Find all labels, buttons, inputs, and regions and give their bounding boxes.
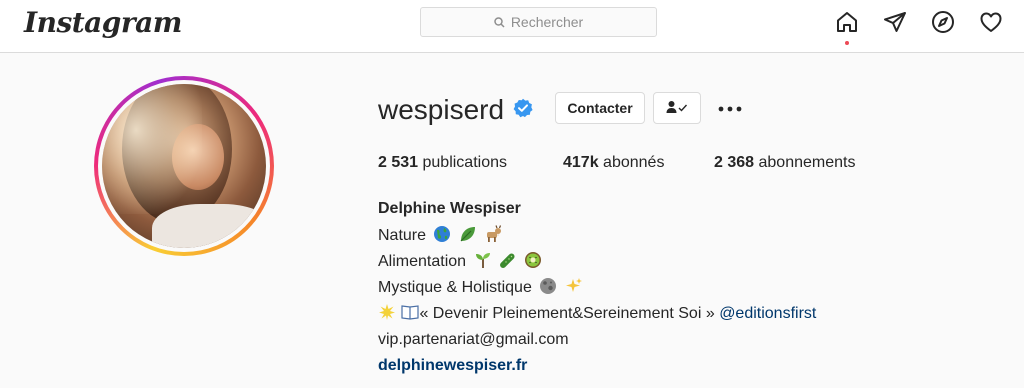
nav-explore-button[interactable] — [930, 9, 956, 35]
following-button[interactable] — [653, 92, 701, 124]
bio-line-text: Alimentation — [378, 253, 467, 270]
posts-label: publications — [422, 154, 508, 171]
profile-username: wespiserd — [378, 94, 505, 125]
followers-stat[interactable]: 417k abonnés — [563, 153, 664, 173]
instagram-logo[interactable]: Instagram — [24, 6, 182, 39]
seedling-icon — [474, 251, 492, 269]
globe-icon — [433, 225, 451, 243]
active-indicator-dot — [845, 41, 849, 45]
bio-line-text: « Devenir Pleinement&Sereinement Soi » — [419, 305, 715, 322]
nav-direct-button[interactable] — [882, 9, 908, 35]
kiwi-icon — [524, 251, 542, 269]
explore-icon — [931, 10, 955, 34]
search-placeholder: Rechercher — [510, 14, 584, 30]
more-dots-icon — [718, 99, 742, 117]
activity-icon — [979, 10, 1003, 34]
bio-full-name: Delphine Wespiser — [378, 200, 521, 217]
editions-mention-link[interactable]: @editionsfirst — [719, 305, 816, 322]
followers-label: abonnés — [603, 154, 665, 171]
cucumber-icon — [499, 251, 517, 269]
search-input[interactable]: Rechercher — [420, 7, 657, 37]
search-icon — [494, 16, 505, 28]
bio-line-nature: Nature — [378, 225, 502, 246]
bio-line-text: Nature — [378, 227, 427, 244]
top-nav-bar: Instagram Rechercher — [0, 0, 1024, 53]
following-label: abonnements — [758, 154, 856, 171]
leaf-icon — [459, 225, 477, 243]
bio-line-book: « Devenir Pleinement&Sereinement Soi » @… — [378, 303, 816, 324]
following-stat[interactable]: 2 368 abonnements — [714, 153, 855, 173]
nav-activity-button[interactable] — [978, 9, 1004, 35]
bio-email: vip.partenariat@gmail.com — [378, 331, 569, 348]
posts-stat: 2 531 publications — [378, 153, 507, 173]
bio-website-link[interactable]: delphinewespiser.fr — [378, 356, 527, 376]
followers-count: 417k — [563, 154, 599, 171]
home-icon — [835, 10, 859, 34]
bio-line-text: Mystique & Holistique — [378, 279, 532, 296]
contact-button[interactable]: Contacter — [555, 92, 645, 124]
verified-badge-icon — [513, 98, 533, 118]
direct-icon — [883, 10, 907, 34]
more-options-button[interactable] — [716, 96, 744, 120]
book-icon — [401, 303, 420, 321]
person-check-icon — [666, 100, 688, 117]
following-count: 2 368 — [714, 154, 755, 171]
bio-line-food: Alimentation — [378, 251, 542, 272]
contact-button-label: Contacter — [567, 100, 633, 116]
nav-home-button[interactable] — [834, 9, 860, 35]
profile-avatar[interactable] — [102, 84, 266, 248]
posts-count: 2 531 — [378, 154, 419, 171]
sparkles-icon — [565, 277, 583, 295]
moon-icon — [539, 277, 557, 295]
sparkle-burst-icon — [378, 303, 396, 321]
bio-line-mystic: Mystique & Holistique — [378, 277, 583, 298]
goat-icon — [484, 225, 502, 243]
